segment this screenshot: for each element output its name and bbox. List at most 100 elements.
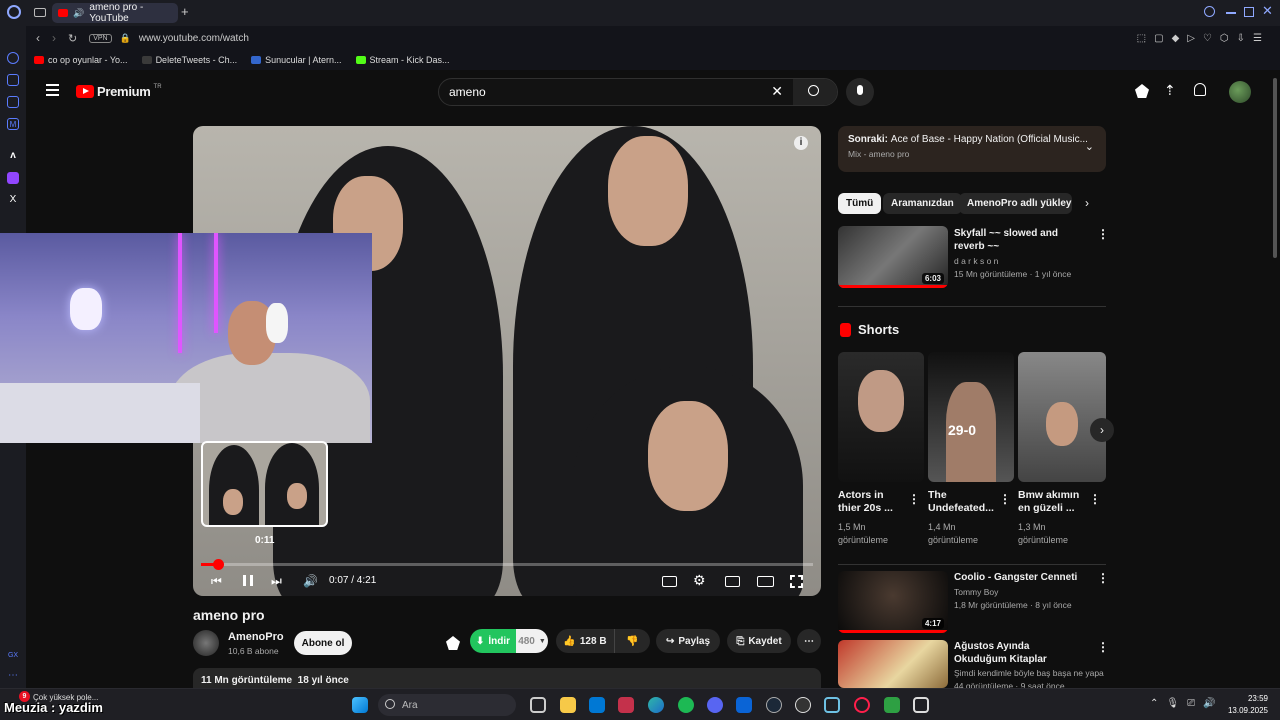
twitch-icon[interactable] [7, 172, 19, 184]
maximize-button[interactable] [1244, 7, 1254, 17]
mail-icon[interactable]: M [7, 118, 19, 130]
search-box[interactable]: ameno ✕ [438, 78, 838, 106]
channel-avatar[interactable] [193, 630, 219, 656]
app-icon[interactable] [795, 697, 811, 713]
ai-icon[interactable] [7, 74, 19, 86]
subscribe-button[interactable]: Abone ol [294, 631, 352, 655]
chip-all[interactable]: Tümü [838, 193, 882, 214]
file-explorer-icon[interactable] [560, 697, 576, 713]
upload-icon[interactable]: ⇡ [1164, 82, 1176, 99]
outlook-icon[interactable] [736, 697, 752, 713]
channel-name[interactable]: Şimdi kendimle böyle baş başa ne yapac..… [954, 667, 1104, 679]
progress-bar[interactable] [201, 559, 813, 570]
video-title[interactable]: Skyfall ~~ slowed and reverb ~~ [954, 227, 1084, 253]
search-input[interactable]: ameno [449, 85, 486, 99]
youtube-logo[interactable]: Premium TR [76, 84, 162, 99]
toolbar-icons[interactable]: ⬚▢◆▷♡⬡⇩☰ [1137, 33, 1270, 44]
previous-icon[interactable]: ⏮ [211, 574, 222, 589]
info-icon[interactable]: i [794, 136, 808, 150]
workspaces-icon[interactable] [34, 8, 46, 17]
pause-button[interactable] [243, 575, 253, 586]
like-button[interactable]: 👍 128 B [556, 629, 614, 653]
video-thumbnail[interactable]: 6:03 [838, 226, 948, 288]
speaker-icon[interactable]: 🔊 [73, 8, 84, 19]
edge-icon[interactable] [648, 697, 664, 713]
reload-icon[interactable]: ↻ [68, 32, 77, 45]
vpn-badge[interactable]: VPN [89, 33, 112, 43]
clock-time[interactable]: 23:59 [1236, 694, 1268, 703]
more-options-icon[interactable]: ⋮ [1097, 227, 1109, 241]
more-options-icon[interactable]: ⋮ [1097, 640, 1109, 654]
lock-icon[interactable]: 🔒 [120, 33, 131, 44]
next-icon[interactable]: ⏭ [271, 574, 282, 589]
more-actions-button[interactable]: ⋯ [797, 629, 821, 653]
bookmark-item[interactable]: Sunucular | Atern... [251, 55, 342, 65]
share-button[interactable]: ↪ Paylaş [656, 629, 720, 653]
chips-next-icon[interactable]: › [1085, 196, 1089, 210]
shorts-next-button[interactable]: › [1090, 418, 1114, 442]
voice-search-button[interactable] [846, 78, 874, 106]
avatar[interactable] [1229, 81, 1251, 103]
volume-icon[interactable]: 🔊 [303, 574, 318, 588]
search-tabs-icon[interactable] [1204, 6, 1215, 17]
x-icon[interactable]: X [7, 194, 19, 206]
more-options-icon[interactable]: ⋮ [1089, 492, 1101, 506]
chip-from-search[interactable]: Aramanızdan [883, 193, 962, 214]
more-icon[interactable]: ⋯ [7, 670, 19, 682]
bookmark-item[interactable]: co op oyunlar - Yo... [34, 55, 128, 65]
menu-icon[interactable] [46, 84, 59, 96]
video-thumbnail[interactable] [838, 640, 948, 688]
photo-icon[interactable] [7, 96, 19, 108]
new-tab-button[interactable]: + [181, 4, 195, 20]
premium-icon[interactable] [446, 636, 460, 650]
scrollbar-thumb[interactable] [1273, 78, 1277, 258]
more-options-icon[interactable]: ⋮ [999, 492, 1011, 506]
url-field[interactable]: www.youtube.com/watch [139, 33, 249, 44]
channel-name[interactable]: AmenoPro [228, 631, 284, 643]
short-thumbnail[interactable] [1018, 352, 1106, 482]
subtitles-icon[interactable] [662, 576, 677, 587]
kick-icon[interactable]: ʌ [7, 150, 19, 162]
gx-icon[interactable]: GX [7, 650, 19, 662]
system-tray-icons[interactable]: ⌃🎙⎚🔊 [1150, 698, 1224, 709]
chevron-down-icon[interactable]: ⌄ [1085, 140, 1094, 153]
short-title[interactable]: Actors in thier 20s ... [838, 489, 902, 515]
search-button[interactable] [793, 79, 837, 105]
back-icon[interactable]: ‹ [36, 31, 40, 45]
create-icon[interactable] [1135, 84, 1149, 98]
tab-active[interactable]: 🔊 ameno pro - YouTube [52, 2, 178, 24]
channel-name[interactable]: Tommy Boy [954, 586, 998, 598]
dislike-button[interactable]: 👎 [614, 629, 650, 653]
opera-logo-icon[interactable] [7, 5, 21, 19]
app-icon[interactable] [884, 697, 900, 713]
store-icon[interactable] [589, 697, 605, 713]
forward-icon[interactable]: › [52, 31, 56, 45]
close-button[interactable]: ✕ [1262, 3, 1273, 19]
save-button[interactable]: ⎘ Kaydet [727, 629, 791, 653]
clock-date[interactable]: 13.09.2025 [1218, 706, 1268, 715]
chip-uploader[interactable]: AmenoPro adlı yükleyici [959, 193, 1072, 214]
bookmark-item[interactable]: Stream - Kick Das... [355, 55, 450, 65]
more-options-icon[interactable]: ⋮ [1097, 571, 1109, 585]
short-thumbnail[interactable]: 29-0 [928, 352, 1014, 482]
app-icon[interactable] [913, 697, 929, 713]
pdf-icon[interactable] [618, 697, 634, 713]
video-thumbnail[interactable]: 4:17 [838, 571, 948, 633]
taskbar-search[interactable]: Ara [378, 694, 516, 716]
video-title[interactable]: Ağustos Ayında Okuduğum Kitaplar [954, 640, 1084, 666]
up-next-panel[interactable]: Sonraki: Ace of Base - Happy Nation (Off… [838, 126, 1106, 172]
spotify-icon[interactable] [678, 697, 694, 713]
channel-name[interactable]: d a r k s o n [954, 255, 998, 267]
fullscreen-icon[interactable] [790, 575, 803, 588]
video-title[interactable]: Coolio - Gangster Cenneti [954, 571, 1084, 584]
windows-start-icon[interactable] [352, 697, 368, 713]
more-options-icon[interactable]: ⋮ [908, 492, 920, 506]
steam-icon[interactable] [766, 697, 782, 713]
task-view-icon[interactable] [530, 697, 546, 713]
page-scrollbar[interactable] [1272, 72, 1278, 688]
clear-search-icon[interactable]: ✕ [771, 83, 783, 100]
download-button[interactable]: ⬇ İndir [470, 629, 516, 653]
app-icon[interactable] [824, 697, 840, 713]
short-title[interactable]: The Undefeated... [928, 489, 994, 515]
theater-mode-icon[interactable] [757, 576, 774, 587]
